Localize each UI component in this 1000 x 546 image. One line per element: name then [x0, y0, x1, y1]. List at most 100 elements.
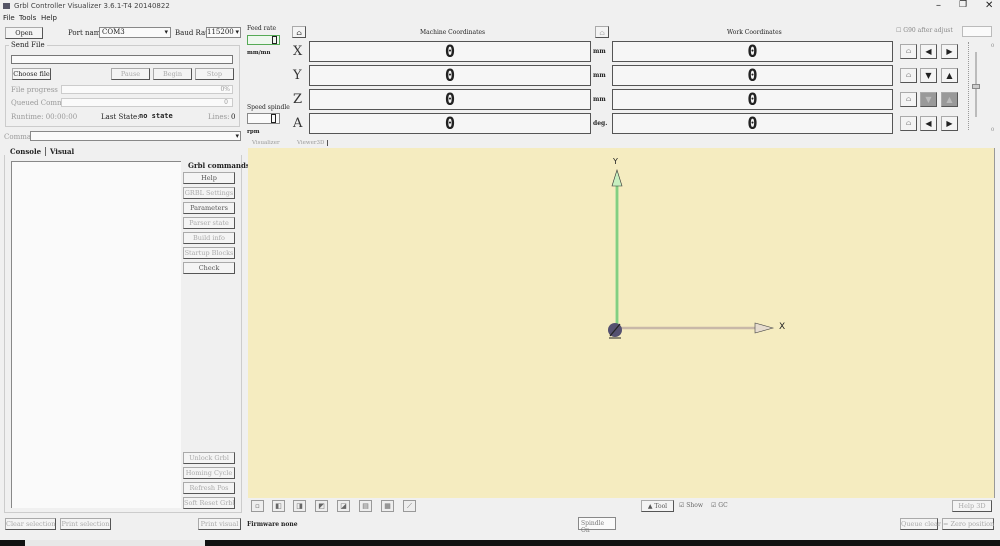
- spindle-speed-slider[interactable]: [247, 113, 280, 124]
- send-file-label: Send File: [9, 41, 47, 49]
- file-progress-label: File progress: [11, 86, 58, 94]
- grbl-button-soft-reset-grbl[interactable]: Soft Reset Grbl: [183, 497, 235, 509]
- menu-help[interactable]: Help: [41, 14, 57, 22]
- axis-label-z: Z: [293, 92, 303, 107]
- minimize-button[interactable]: –: [936, 0, 941, 11]
- home-y-icon[interactable]: ⌂: [900, 68, 917, 83]
- command-input[interactable]: ▾: [30, 131, 241, 141]
- jog-a-minus-button[interactable]: ◀: [920, 116, 937, 131]
- chevron-down-icon: ▾: [235, 28, 239, 36]
- grbl-button-parameters[interactable]: Parameters: [183, 202, 235, 214]
- machine-coord-z: 0: [309, 89, 591, 110]
- jog-a-plus-button[interactable]: ▶: [941, 116, 958, 131]
- machine-coord-y: 0: [309, 65, 591, 86]
- console-output[interactable]: [11, 161, 181, 508]
- grbl-button-unlock-grbl[interactable]: Unlock Grbl: [183, 452, 235, 464]
- view-grid-icon[interactable]: ▦: [381, 500, 394, 512]
- help-3d-button[interactable]: Help 3D: [952, 500, 992, 512]
- lines-label: Lines:: [208, 113, 230, 121]
- jog-z-plus-button[interactable]: ▲: [941, 92, 958, 107]
- grbl-button-parser-state[interactable]: Parser state: [183, 217, 235, 229]
- menu-tools[interactable]: Tools: [19, 14, 36, 22]
- spindle-label: Speed spindle: [247, 104, 290, 111]
- chevron-down-icon: ▾: [235, 132, 239, 140]
- unit-z: mm: [593, 96, 606, 103]
- baud-select[interactable]: 115200 ▾: [206, 27, 241, 38]
- viewer-3d[interactable]: Y X: [248, 148, 995, 498]
- x-axis-arrow: [754, 322, 775, 334]
- last-state-label: Last State:: [101, 113, 140, 121]
- unit-a: deg.: [593, 120, 608, 127]
- view-front-icon[interactable]: ◨: [293, 500, 306, 512]
- last-state-value: no state: [139, 112, 173, 120]
- grbl-button-check[interactable]: Check: [183, 262, 235, 274]
- home-x-icon[interactable]: ⌂: [900, 44, 917, 59]
- close-button[interactable]: ✕: [985, 0, 993, 11]
- stop-button[interactable]: Stop: [195, 68, 234, 80]
- home-a-icon[interactable]: ⌂: [900, 116, 917, 131]
- firmware-label: Firmware :: [247, 521, 284, 528]
- grbl-button-help[interactable]: Help: [183, 172, 235, 184]
- view-side-icon[interactable]: ◩: [315, 500, 328, 512]
- machine-coord-a: 0: [309, 113, 591, 134]
- spindle-on-indicator: Spindle On: [578, 517, 616, 534]
- clear-selection-button[interactable]: Clear selection: [5, 518, 56, 530]
- machine-coordinates-title: Machine Coordinates: [420, 29, 486, 36]
- jog-step-spinner[interactable]: [962, 26, 992, 37]
- work-coord-z: 0: [612, 89, 893, 110]
- jog-y-plus-button[interactable]: ▲: [941, 68, 958, 83]
- file-path-input[interactable]: [11, 55, 233, 64]
- view-top-icon[interactable]: ◧: [272, 500, 285, 512]
- begin-button[interactable]: Begin: [153, 68, 192, 80]
- home-z-icon[interactable]: ⌂: [900, 92, 917, 107]
- zero-position-button[interactable]: = Zero position: [942, 518, 994, 530]
- g90-checkbox[interactable]: ☐ G90 after adjust: [896, 27, 953, 34]
- grbl-button-startup-blocks[interactable]: Startup Blocks: [183, 247, 235, 259]
- feed-rate-slider[interactable]: [247, 35, 280, 45]
- queued-bar: 0: [61, 98, 233, 107]
- grbl-button-build-info[interactable]: Build info: [183, 232, 235, 244]
- menu-file[interactable]: File: [3, 14, 15, 22]
- show-checkbox[interactable]: ☑ Show: [679, 502, 703, 509]
- work-reset-icon[interactable]: ⌂: [595, 26, 609, 38]
- taskbar: [0, 540, 1000, 546]
- view-reset-icon[interactable]: ▫: [251, 500, 264, 512]
- axis-label-y: Y: [293, 68, 302, 83]
- view-measure-icon[interactable]: ⟋: [403, 500, 416, 512]
- x-axis-label: X: [779, 322, 786, 332]
- show-label: Show: [686, 502, 704, 509]
- jog-speed-slider[interactable]: [964, 42, 980, 132]
- y-axis-arrow: [611, 168, 623, 187]
- file-progress-bar: 0%: [61, 85, 233, 94]
- view-bottom-icon[interactable]: ▤: [359, 500, 372, 512]
- firmware-value: none: [281, 521, 298, 528]
- machine-home-icon[interactable]: ⌂: [292, 26, 306, 38]
- chevron-down-icon: ▾: [164, 28, 168, 36]
- jog-z-minus-button[interactable]: ▼: [920, 92, 937, 107]
- port-select[interactable]: COM3 ▾: [99, 27, 171, 38]
- jog-x-plus-button[interactable]: ▶: [941, 44, 958, 59]
- gc-label: GC: [718, 502, 728, 509]
- tool-button[interactable]: ▲ Tool: [641, 500, 674, 512]
- open-button[interactable]: Open: [5, 27, 43, 39]
- queued-value: 0: [224, 99, 228, 106]
- view-iso-icon[interactable]: ◪: [337, 500, 350, 512]
- print-visual-button[interactable]: Print visual: [198, 518, 241, 530]
- slider-min-label: 0: [991, 127, 995, 133]
- jog-x-minus-button[interactable]: ◀: [920, 44, 937, 59]
- grbl-button-homing-cycle[interactable]: Homing Cycle: [183, 467, 235, 479]
- tab-visualizer[interactable]: Visualizer: [252, 140, 280, 146]
- tab-viewer3d[interactable]: Viewer3D: [297, 140, 329, 146]
- work-coord-x: 0: [612, 41, 893, 62]
- baud-value: 115200: [207, 28, 234, 36]
- g90-label: G90 after adjust: [903, 27, 953, 34]
- choose-file-button[interactable]: Choose file: [12, 68, 51, 80]
- queue-clear-button[interactable]: Queue clear: [900, 518, 941, 530]
- grbl-button-grbl-settings[interactable]: GRBL Settings: [183, 187, 235, 199]
- print-selection-button[interactable]: Print selection: [60, 518, 111, 530]
- maximize-button[interactable]: ❐: [959, 0, 967, 10]
- pause-button[interactable]: Pause: [111, 68, 150, 80]
- gc-checkbox[interactable]: ☑ GC: [711, 502, 728, 509]
- jog-y-minus-button[interactable]: ▼: [920, 68, 937, 83]
- grbl-button-refresh-pos[interactable]: Refresh Pos: [183, 482, 235, 494]
